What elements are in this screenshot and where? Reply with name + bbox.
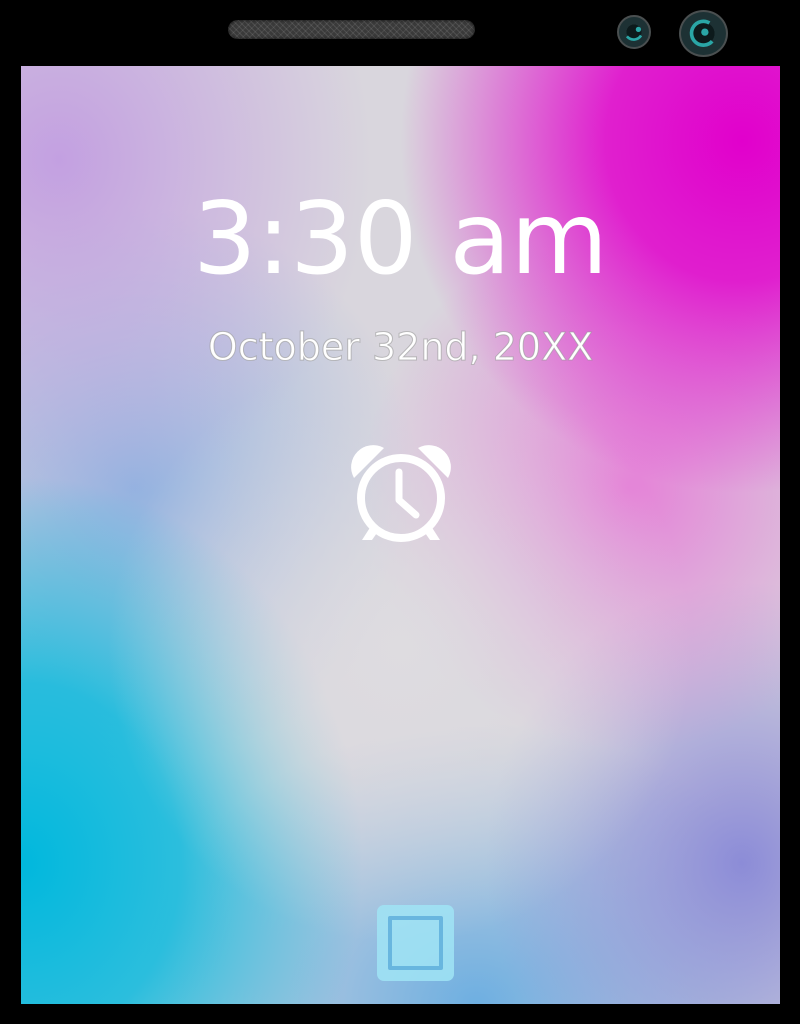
lock-screen-date: October 32nd, 20XX	[207, 325, 594, 370]
phone-device: 3:30 am October 32nd, 20XX	[0, 0, 800, 1024]
lock-screen[interactable]: 3:30 am October 32nd, 20XX	[21, 66, 780, 1004]
front-camera-icon	[617, 15, 651, 49]
alarm-clock-icon[interactable]	[346, 440, 456, 546]
home-button-icon	[388, 916, 443, 970]
home-button[interactable]	[377, 905, 454, 981]
lock-screen-time: 3:30 am	[192, 180, 609, 297]
front-camera-lens-icon	[679, 10, 728, 57]
speaker-grille	[228, 20, 475, 39]
